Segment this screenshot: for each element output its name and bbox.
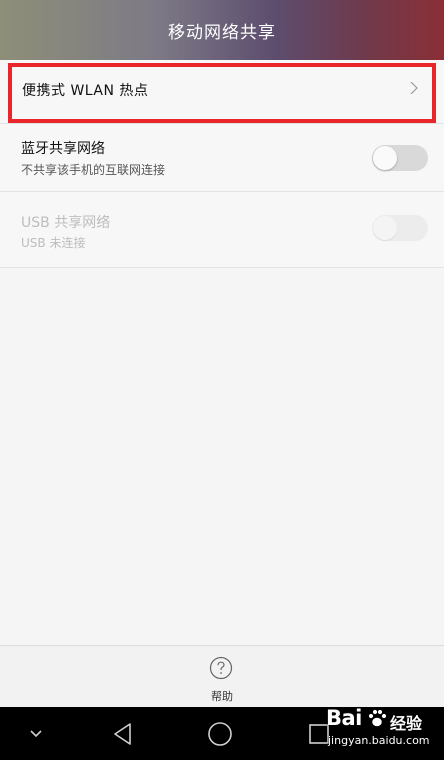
wlan-hotspot-label: 便携式 WLAN 热点 (22, 83, 149, 99)
settings-list: 便携式 WLAN 热点 蓝牙共享网络 不共享该手机的互联网连接 USB 共享网络… (0, 60, 444, 268)
bluetooth-tethering-title: 蓝牙共享网络 (21, 141, 105, 157)
bluetooth-tethering-toggle[interactable] (372, 145, 428, 171)
bluetooth-tethering-subtitle: 不共享该手机的互联网连接 (21, 163, 166, 177)
paw-icon (368, 709, 387, 727)
chevron-right-icon (410, 82, 418, 94)
watermark-suffix: 经验 (390, 714, 423, 733)
toggle-knob (373, 216, 397, 240)
toggle-knob (373, 146, 397, 170)
usb-tethering-subtitle: USB 未连接 (21, 236, 86, 250)
chevron-down-icon[interactable] (28, 726, 44, 742)
home-icon[interactable] (207, 721, 233, 747)
help-circle-icon (209, 656, 233, 680)
watermark-url: jingyan.baidu.com (328, 734, 430, 747)
watermark-logo-text: Bai (326, 706, 362, 730)
wlan-hotspot-item[interactable]: 便携式 WLAN 热点 (0, 60, 444, 124)
header-bar: 移动网络共享 (0, 0, 444, 60)
bluetooth-tethering-item[interactable]: 蓝牙共享网络 不共享该手机的互联网连接 (0, 124, 444, 192)
page-title: 移动网络共享 (168, 22, 276, 43)
help-bar[interactable]: 帮助 (0, 645, 444, 708)
usb-tethering-title: USB 共享网络 (21, 215, 111, 231)
back-icon[interactable] (110, 721, 136, 747)
baidu-jingyan-watermark: Bai 经验 jingyan.baidu.com (326, 704, 444, 756)
help-label: 帮助 (211, 690, 233, 703)
usb-tethering-toggle (372, 215, 428, 241)
usb-tethering-item: USB 共享网络 USB 未连接 (0, 192, 444, 268)
